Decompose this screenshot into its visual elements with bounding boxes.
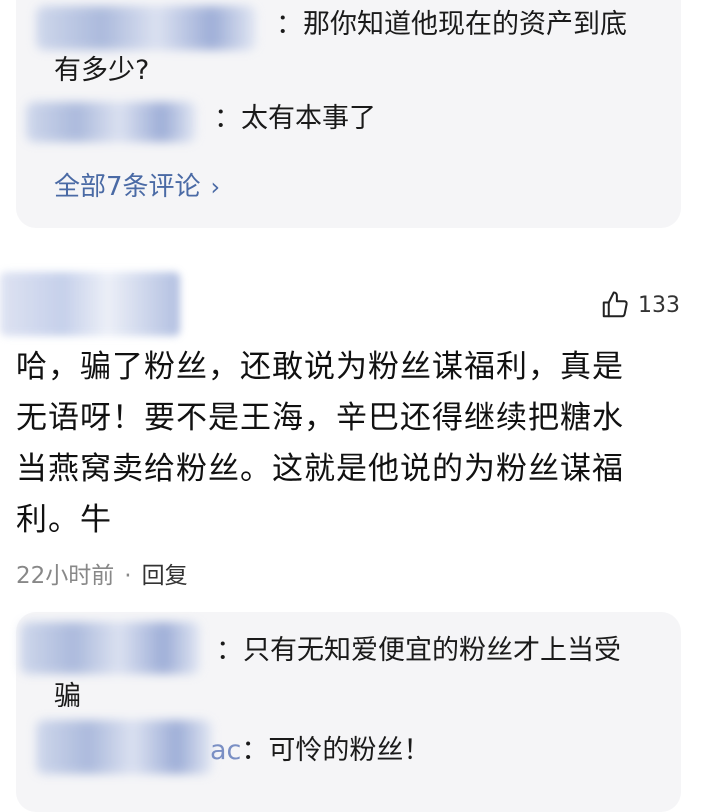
chevron-right-icon: ›: [210, 173, 221, 201]
reply-item[interactable]: ：只有无知爱便宜的粉丝才上当受 骗: [54, 628, 651, 720]
blurred-avatar-username[interactable]: [0, 272, 180, 336]
reply-name-tail: ac: [210, 735, 242, 766]
see-all-comments-link[interactable]: 全部7条评论 ›: [54, 166, 220, 203]
reply-text: ：太有本事了: [214, 103, 376, 134]
reply-text: ：只有无知爱便宜的粉丝才上当受: [216, 635, 621, 666]
reply-text: ：可怜的粉丝！: [241, 735, 431, 766]
comment-line: 当燕窝卖给粉丝。这就是他说的为粉丝谋福: [16, 451, 624, 487]
reply-text-cont: 骗: [54, 681, 81, 712]
reply-thread-2: ：只有无知爱便宜的粉丝才上当受 骗 ac：可怜的粉丝！: [16, 612, 681, 812]
like-button[interactable]: 133: [600, 290, 680, 320]
reply-button[interactable]: 回复: [142, 563, 188, 589]
comment-meta: 22小时前 · 回复: [16, 556, 188, 590]
see-all-label: 全部7条评论: [54, 172, 201, 202]
comment-body: 哈，骗了粉丝，还敢说为粉丝谋福利，真是 无语呀！要不是王海，辛巴还得继续把糖水 …: [16, 342, 676, 546]
timestamp: 22小时前: [16, 563, 115, 589]
comment-line: 无语呀！要不是王海，辛巴还得继续把糖水: [16, 400, 624, 436]
separator: ·: [124, 563, 132, 589]
thumbs-up-icon: [602, 291, 628, 318]
comment-line: 哈，骗了粉丝，还敢说为粉丝谋福利，真是: [16, 349, 624, 385]
comment-line: 利。牛: [16, 502, 112, 538]
like-count: 133: [638, 292, 680, 318]
reply-item[interactable]: ：太有本事了: [54, 96, 651, 142]
reply-text-cont: 有多少?: [54, 55, 150, 86]
reply-item[interactable]: ac：可怜的粉丝！: [54, 728, 651, 774]
reply-thread-1: ：那你知道他现在的资产到底 有多少? ：太有本事了 全部7条评论 ›: [16, 0, 681, 228]
reply-item[interactable]: ：那你知道他现在的资产到底 有多少?: [54, 2, 651, 94]
reply-text: ：那你知道他现在的资产到底: [276, 9, 627, 40]
